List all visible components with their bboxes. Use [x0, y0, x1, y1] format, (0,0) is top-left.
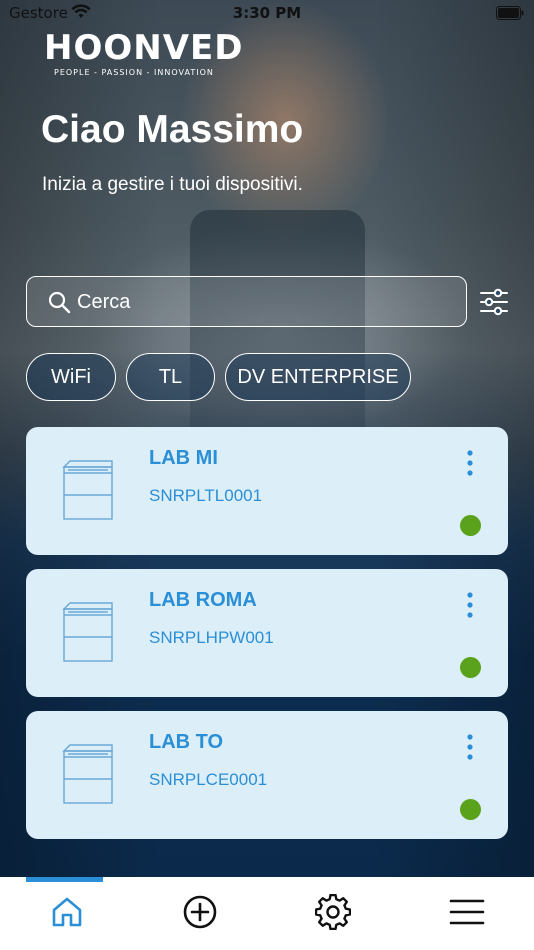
battery-icon: [496, 6, 524, 20]
filter-chip-label: WiFi: [51, 365, 91, 388]
status-online-dot: [460, 799, 481, 820]
home-icon: [52, 897, 82, 927]
dishwasher-icon: [62, 744, 113, 804]
search-input[interactable]: [77, 285, 457, 319]
tab-bar: [0, 877, 534, 950]
filter-chip-label: TL: [158, 365, 183, 388]
greeting-title: Ciao Massimo: [41, 108, 304, 151]
device-card[interactable]: LAB MI SNRPLTL0001: [26, 427, 508, 555]
device-name: LAB MI: [149, 447, 218, 469]
brand-logo: HOONVED PEOPLE - PASSION - INNOVATION: [44, 30, 264, 80]
device-name: LAB TO: [149, 731, 224, 753]
greeting-subtitle: Inizia a gestire i tuoi dispositivi.: [42, 174, 303, 195]
device-name: LAB ROMA: [149, 589, 257, 611]
gear-icon: [315, 894, 351, 930]
device-serial: SNRPLTL0001: [149, 486, 263, 505]
device-card[interactable]: LAB ROMA SNRPLHPW001: [26, 569, 508, 697]
tab-settings[interactable]: [267, 877, 400, 950]
filter-chip-tl[interactable]: TL: [126, 353, 215, 401]
status-online-dot: [460, 657, 481, 678]
device-serial: SNRPLCE0001: [149, 770, 268, 789]
more-vertical-icon[interactable]: [462, 733, 478, 763]
tab-home[interactable]: [0, 877, 133, 950]
more-vertical-icon[interactable]: [462, 591, 478, 621]
dishwasher-icon: [62, 602, 113, 662]
device-serial: SNRPLHPW001: [149, 628, 274, 647]
filter-chip-wifi[interactable]: WiFi: [26, 353, 116, 401]
clock: 3:30 PM: [232, 4, 302, 22]
add-circle-icon: [183, 895, 217, 929]
filter-sliders-icon[interactable]: [478, 286, 510, 318]
tab-add[interactable]: [133, 877, 266, 950]
brand-tagline: PEOPLE - PASSION - INNOVATION: [54, 68, 214, 77]
filter-chip-label: DV ENTERPRISE: [237, 365, 399, 388]
device-card[interactable]: LAB TO SNRPLCE0001: [26, 711, 508, 839]
status-bar: Gestore 3:30 PM: [0, 0, 534, 28]
search-icon: [48, 291, 71, 314]
status-online-dot: [460, 515, 481, 536]
dishwasher-icon: [62, 460, 113, 520]
tab-menu[interactable]: [400, 877, 533, 950]
more-vertical-icon[interactable]: [462, 449, 478, 479]
search-bar[interactable]: [26, 276, 467, 327]
filter-chip-dv-enterprise[interactable]: DV ENTERPRISE: [225, 353, 411, 401]
menu-icon: [449, 899, 485, 925]
brand-name: HOONVED: [44, 28, 244, 68]
